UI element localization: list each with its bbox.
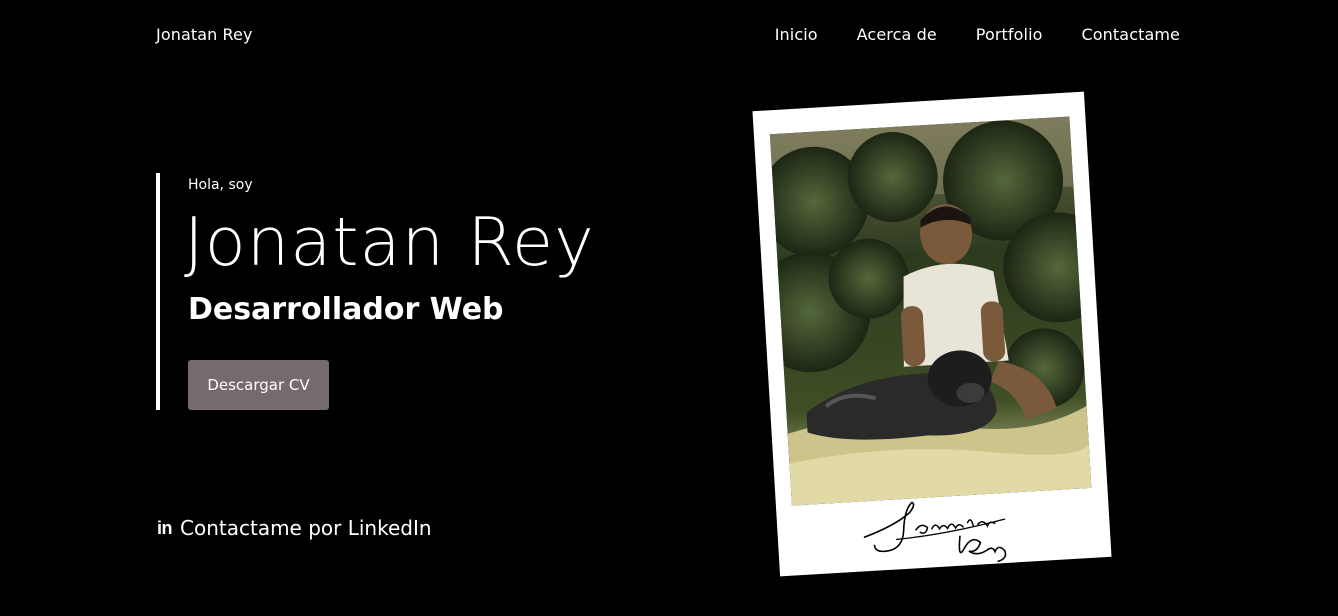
brand-link[interactable]: Jonatan Rey: [156, 25, 253, 44]
top-navbar: Jonatan Rey Inicio Acerca de Portfolio C…: [0, 0, 1338, 72]
hero-name: Jonatan Rey: [184, 203, 595, 281]
linkedin-contact-label: Contactame por LinkedIn: [180, 516, 432, 540]
nav-item-portfolio: Portfolio: [976, 25, 1043, 44]
download-cv-button[interactable]: Descargar CV: [188, 360, 329, 410]
nav-link-portfolio[interactable]: Portfolio: [976, 25, 1043, 44]
profile-photo-illustration: [769, 116, 1092, 506]
nav-item-contactame: Contactame: [1082, 25, 1180, 44]
hero-role: Desarrollador Web: [188, 292, 504, 327]
nav-menu: Inicio Acerca de Portfolio Contactame: [775, 25, 1180, 44]
signature-illustration: [863, 501, 1007, 563]
nav-link-acerca-de[interactable]: Acerca de: [857, 25, 937, 44]
nav-item-inicio: Inicio: [775, 25, 818, 44]
linkedin-contact-link[interactable]: in Contactame por LinkedIn: [157, 516, 432, 540]
profile-photo: [769, 116, 1092, 506]
hero-section: Hola, soy Jonatan Rey Desarrollador Web …: [156, 173, 676, 410]
polaroid-photo-frame: [752, 91, 1112, 577]
nav-link-contactame[interactable]: Contactame: [1082, 25, 1180, 44]
hero-greeting: Hola, soy: [188, 177, 253, 193]
nav-item-acerca: Acerca de: [857, 25, 937, 44]
linkedin-icon: in: [157, 518, 173, 538]
nav-link-inicio[interactable]: Inicio: [775, 25, 818, 44]
